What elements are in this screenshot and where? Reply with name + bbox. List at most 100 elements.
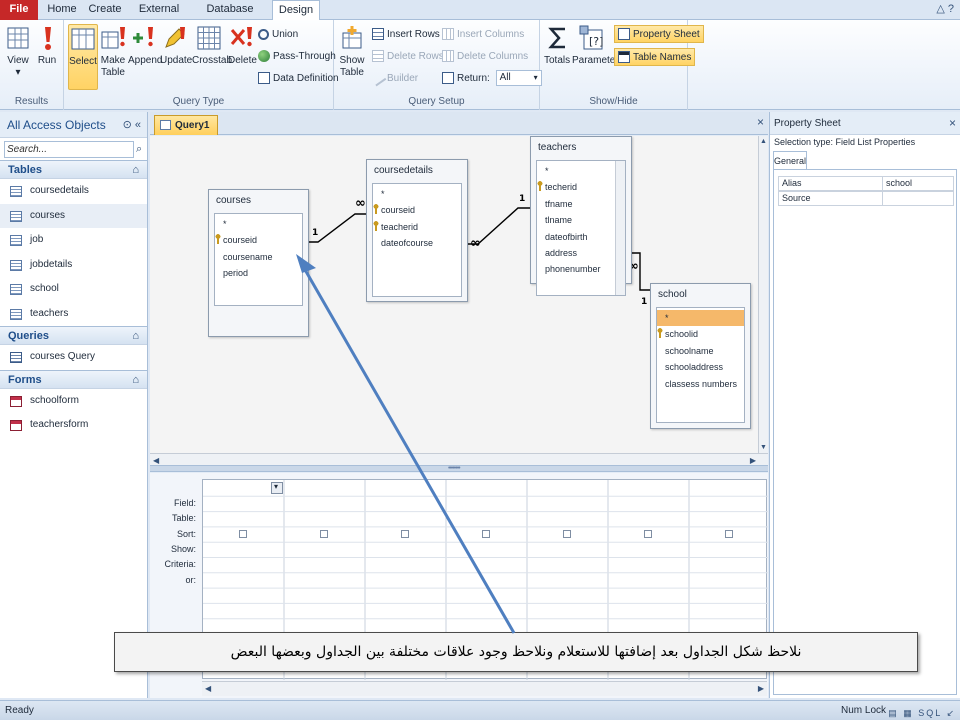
field-schooladdress[interactable]: schooladdress (665, 359, 723, 375)
property-row-alias[interactable]: Alias school (778, 176, 954, 191)
property-sheet-button[interactable]: Property Sheet (614, 25, 704, 43)
grid-horizontal-scrollbar[interactable]: ◀ ▶ (202, 681, 767, 696)
tab-general[interactable]: General (773, 151, 807, 170)
return-dropdown[interactable]: All ▾ (495, 70, 542, 87)
field-schoolname[interactable]: schoolname (665, 343, 714, 359)
make-table-button[interactable]: Make Table (100, 24, 126, 79)
show-checkbox[interactable] (320, 529, 328, 538)
nav-item-teachers[interactable]: teachers (0, 302, 147, 327)
tab-database-tools[interactable]: Database Tools (194, 0, 266, 34)
field-dateofbirth[interactable]: dateofbirth (545, 229, 588, 245)
nav-item-jobdetails[interactable]: jobdetails (0, 253, 147, 278)
close-icon[interactable]: × (757, 115, 764, 129)
field-courseid[interactable]: courseid (373, 202, 415, 218)
delete-query-button[interactable]: Delete (228, 24, 257, 67)
data-definition-button[interactable]: Data Definition (258, 70, 339, 88)
field-phonenumber[interactable]: phonenumber (545, 261, 601, 277)
parameters-button[interactable]: [?] Parameters (572, 24, 624, 67)
show-checkbox[interactable] (482, 529, 490, 538)
tab-design[interactable]: Design (272, 0, 320, 21)
field-address[interactable]: address (545, 245, 577, 261)
field-period[interactable]: period (223, 265, 248, 281)
insert-rows-button[interactable]: Insert Rows (372, 26, 440, 44)
show-table-button[interactable]: Show Table (338, 24, 366, 79)
field-courseid[interactable]: courseid (215, 232, 257, 248)
insert-columns-button[interactable]: Insert Columns (442, 26, 524, 44)
field-dropdown[interactable]: ▾ (271, 482, 283, 494)
nav-pane-controls[interactable]: ⊙ « (123, 112, 141, 138)
field-techerid[interactable]: techerid (537, 179, 577, 195)
field-list-title[interactable]: coursedetails (367, 160, 467, 182)
totals-button[interactable]: Totals (544, 24, 570, 67)
field-tfname[interactable]: tfname (545, 196, 573, 212)
collapse-chevron-icon[interactable]: ⌂ (132, 327, 139, 346)
field-all[interactable]: * (381, 186, 385, 202)
nav-section-tables[interactable]: Tables ⌂ (0, 160, 147, 179)
field-teacherid[interactable]: teacherid (373, 219, 418, 235)
nav-pane-header[interactable]: All Access Objects ⊙ « (0, 112, 147, 138)
field-tlname[interactable]: tlname (545, 212, 572, 228)
nav-item-courses-query[interactable]: courses Query (0, 345, 147, 370)
field-all[interactable]: * (657, 310, 744, 326)
append-button[interactable]: Append (128, 24, 162, 67)
run-button[interactable]: Run (34, 24, 60, 67)
table-diagram-pane[interactable]: 1 ∞ ∞ 1 ∞ 1 courses * courseid coursename period c… (150, 136, 768, 468)
close-icon[interactable]: × (949, 112, 956, 135)
field-all[interactable]: * (223, 216, 227, 232)
builder-button[interactable]: Builder (369, 70, 418, 88)
field-list-teachers[interactable]: teachers * techerid tfname tlname dateofbirth… (530, 136, 632, 296)
update-button[interactable]: Update (160, 24, 192, 67)
property-value[interactable] (883, 192, 955, 205)
nav-item-school[interactable]: school (0, 277, 147, 302)
view-button[interactable]: View ▾ (4, 24, 32, 79)
property-row-source[interactable]: Source (778, 191, 954, 206)
field-classess-numbers[interactable]: classess numbers (665, 376, 737, 392)
field-list-scrollbar[interactable] (615, 161, 625, 295)
field-list-title[interactable]: school (651, 284, 750, 306)
delete-columns-button[interactable]: Delete Columns (442, 48, 528, 66)
field-list-title[interactable]: courses (209, 190, 308, 212)
nav-item-job[interactable]: job (0, 228, 147, 253)
tab-create[interactable]: Create (84, 0, 126, 20)
tab-file[interactable]: File (0, 0, 38, 20)
field-schoolid[interactable]: schoolid (657, 326, 698, 342)
nav-section-forms[interactable]: Forms ⌂ (0, 369, 147, 390)
delete-rows-button[interactable]: Delete Rows (372, 48, 444, 66)
search-icon[interactable]: ⌕ (136, 143, 142, 156)
property-value[interactable]: school (883, 177, 955, 190)
field-list-school[interactable]: school * schoolid schoolname schooladdress cl… (650, 283, 751, 429)
select-query-button[interactable]: Select (68, 24, 98, 90)
show-checkbox[interactable] (725, 529, 733, 538)
tab-query1[interactable]: Query1 (154, 115, 219, 135)
show-checkbox[interactable] (239, 529, 247, 538)
delete-columns-icon (442, 50, 454, 63)
field-dateofcourse[interactable]: dateofcourse (381, 235, 433, 251)
pane-splitter[interactable]: •••••••• (150, 465, 768, 472)
field-list-title[interactable]: teachers (531, 137, 631, 159)
table-names-button[interactable]: Table Names (614, 48, 696, 66)
field-coursename[interactable]: coursename (223, 249, 273, 265)
tab-external-data[interactable]: External Data (128, 0, 190, 34)
field-name: classess numbers (665, 378, 738, 389)
pass-through-button[interactable]: Pass-Through (258, 48, 336, 66)
ribbon-window-controls[interactable]: △ ? (936, 2, 954, 15)
union-button[interactable]: Union (258, 26, 298, 44)
field-all[interactable]: * (545, 163, 549, 179)
field-list-courses[interactable]: courses * courseid coursename period (208, 189, 309, 337)
tab-home[interactable]: Home (42, 0, 82, 20)
nav-section-queries[interactable]: Queries ⌂ (0, 326, 147, 345)
collapse-chevron-icon[interactable]: ⌂ (132, 161, 139, 180)
nav-item-schoolform[interactable]: schoolform (0, 389, 147, 414)
show-checkbox[interactable] (401, 529, 409, 538)
show-checkbox[interactable] (644, 529, 652, 538)
field-list-coursedetails[interactable]: coursedetails * courseid teacherid dateofcou… (366, 159, 468, 302)
view-switcher[interactable]: ▤ ▦ SQL ↙ (888, 704, 956, 720)
nav-item-coursedetails[interactable]: coursedetails (0, 179, 147, 204)
crosstab-button[interactable]: Crosstab (192, 24, 232, 67)
show-checkbox[interactable] (563, 529, 571, 538)
nav-item-teachersform[interactable]: teachersform (0, 413, 147, 438)
diagram-vertical-scrollbar[interactable]: ▲ ▼ (758, 136, 768, 453)
collapse-chevron-icon[interactable]: ⌂ (132, 371, 139, 390)
nav-item-courses[interactable]: courses (0, 203, 147, 228)
search-input[interactable]: Search... (4, 141, 134, 158)
